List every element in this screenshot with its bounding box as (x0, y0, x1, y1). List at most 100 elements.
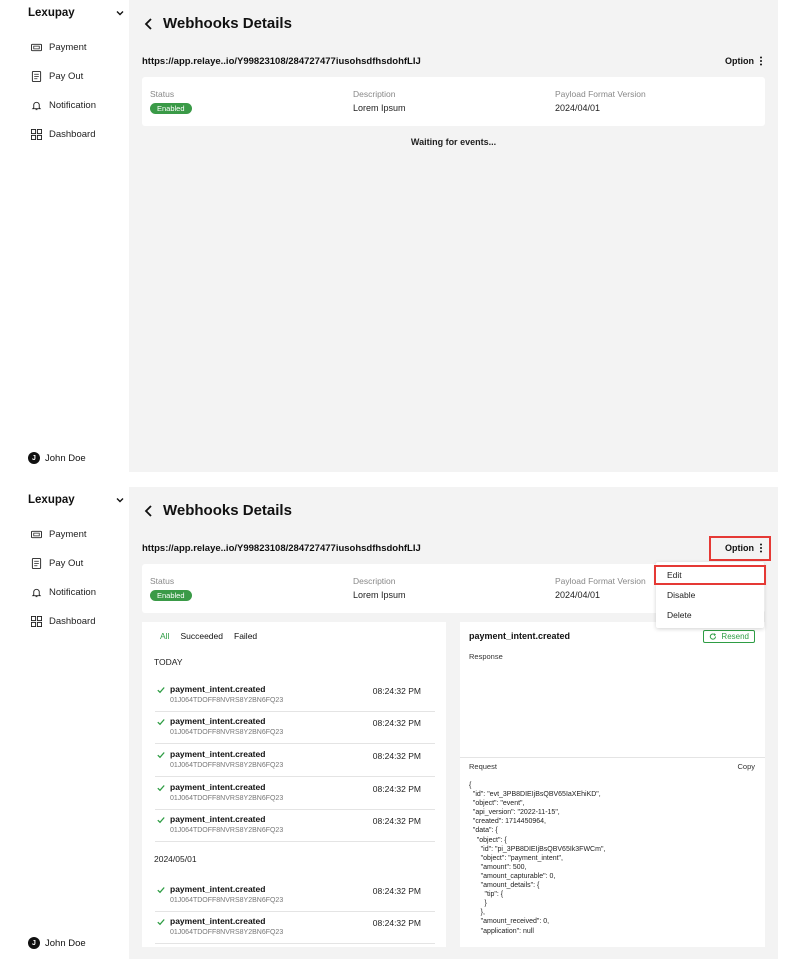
option-highlight (709, 536, 771, 561)
user-profile[interactable]: J John Doe (28, 452, 86, 464)
request-body: { "id": "evt_3PB8DIEIjBsQBV65IaXEhiKD", … (469, 782, 606, 935)
sidebar-item-label: Payment (49, 529, 87, 540)
event-name: payment_intent.created (170, 814, 266, 824)
waiting-message: Waiting for events... (410, 137, 497, 147)
user-name: John Doe (45, 452, 86, 464)
description-label: Description (353, 576, 396, 586)
sidebar-item-label: Notification (49, 587, 96, 598)
payment-icon (31, 43, 42, 52)
event-tabs: All Succeeded Failed (160, 631, 257, 641)
event-time: 08:24:32 PM (372, 686, 421, 696)
refresh-icon (710, 632, 717, 640)
divider (460, 757, 765, 758)
check-icon (157, 752, 165, 759)
event-name: payment_intent.created (170, 716, 266, 726)
event-name: payment_intent.created (170, 684, 266, 694)
page-header: Webhooks Details (142, 502, 292, 519)
payload-field: Payload Format Version 2024/04/01 (555, 89, 646, 113)
resend-button[interactable]: Resend (703, 630, 755, 643)
event-row[interactable]: payment_intent.created 01J064TDOFF8NVRS8… (155, 810, 435, 842)
webhook-url: https://app.relaye..io/Y99823108/2847274… (142, 56, 421, 67)
event-time: 08:24:32 PM (372, 751, 421, 761)
tab-failed[interactable]: Failed (234, 631, 257, 641)
sidebar-item-payment[interactable]: Payment (31, 33, 96, 62)
event-row[interactable]: payment_intent.created 01J064TDOFF8NVRS8… (155, 745, 435, 777)
sidebar-item-payout[interactable]: Pay Out (31, 62, 96, 91)
more-vertical-icon (760, 56, 762, 66)
back-arrow-icon[interactable] (142, 17, 156, 31)
event-time: 08:24:32 PM (372, 816, 421, 826)
brand-name: Lexupay (28, 7, 75, 19)
detail-title: payment_intent.created (469, 631, 571, 641)
sidebar-item-label: Payment (49, 42, 87, 53)
tab-succeeded[interactable]: Succeeded (180, 631, 223, 641)
description-field: Description Lorem Ipsum (353, 89, 406, 113)
event-time: 08:24:32 PM (372, 784, 421, 794)
check-icon (157, 919, 165, 926)
description-label: Description (353, 89, 396, 99)
sidebar-item-label: Dashboard (49, 129, 96, 140)
chevron-down-icon[interactable] (115, 495, 125, 505)
payout-icon (31, 71, 42, 82)
sidebar-item-dashboard[interactable]: Dashboard (31, 607, 96, 636)
dashboard-icon (31, 129, 42, 140)
status-badge: Enabled (150, 590, 192, 601)
sidebar: Lexupay Payment Pay Out Notification Das… (0, 487, 129, 959)
event-name: payment_intent.created (170, 884, 266, 894)
menu-item-edit[interactable]: Edit (654, 565, 766, 585)
main-content: Webhooks Details https://app.relaye..io/… (129, 0, 778, 472)
status-field: Status Enabled (150, 576, 192, 601)
event-row[interactable]: payment_intent.created 01J064TDOFF8NVRS8… (155, 680, 435, 712)
response-label: Response (469, 652, 503, 661)
back-arrow-icon[interactable] (142, 504, 156, 518)
event-id: 01J064TDOFF8NVRS8Y2BN6FQ23 (170, 795, 284, 802)
sidebar-item-notification[interactable]: Notification (31, 578, 96, 607)
event-name: payment_intent.created (170, 782, 266, 792)
tab-all[interactable]: All (160, 631, 169, 641)
sidebar-item-notification[interactable]: Notification (31, 91, 96, 120)
event-name: payment_intent.created (170, 916, 266, 926)
event-id: 01J064TDOFF8NVRS8Y2BN6FQ23 (170, 897, 284, 904)
menu-item-delete[interactable]: Delete (656, 605, 764, 625)
event-row[interactable]: payment_intent.created 01J064TDOFF8NVRS8… (155, 778, 435, 810)
sidebar-item-dashboard[interactable]: Dashboard (31, 120, 96, 149)
event-id: 01J064TDOFF8NVRS8Y2BN6FQ23 (170, 697, 284, 704)
dashboard-icon (31, 616, 42, 627)
description-field: Description Lorem Ipsum (353, 576, 406, 600)
option-button[interactable]: Option (725, 55, 765, 67)
sidebar-item-label: Dashboard (49, 616, 96, 627)
menu-item-disable[interactable]: Disable (656, 585, 764, 605)
event-row[interactable]: payment_intent.created 01J064TDOFF8NVRS8… (155, 880, 435, 912)
event-time: 08:24:32 PM (372, 886, 421, 896)
screen-bottom: Lexupay Payment Pay Out Notification Das… (0, 487, 802, 959)
event-row[interactable]: payment_intent.created 01J064TDOFF8NVRS8… (155, 912, 435, 944)
avatar: J (28, 452, 40, 464)
page-title: Webhooks Details (163, 15, 292, 32)
event-name: payment_intent.created (170, 749, 266, 759)
option-menu: Edit Disable Delete (654, 562, 766, 628)
status-label: Status (150, 576, 175, 586)
payload-value: 2024/04/01 (555, 103, 601, 113)
group-label-date: 2024/05/01 (154, 854, 197, 864)
sidebar: Lexupay Payment Pay Out Notification Das… (0, 0, 129, 474)
sidebar-item-payout[interactable]: Pay Out (31, 549, 96, 578)
user-profile[interactable]: J John Doe (28, 937, 86, 949)
copy-button[interactable]: Copy (737, 762, 755, 771)
event-row[interactable]: payment_intent.created 01J064TDOFF8NVRS8… (155, 712, 435, 744)
description-value: Lorem Ipsum (353, 590, 406, 600)
chevron-down-icon[interactable] (115, 8, 125, 18)
sidebar-item-payment[interactable]: Payment (31, 520, 96, 549)
webhook-url: https://app.relaye..io/Y99823108/2847274… (142, 543, 421, 554)
sidebar-nav: Payment Pay Out Notification Dashboard (31, 33, 96, 149)
sidebar-nav: Payment Pay Out Notification Dashboard (31, 520, 96, 636)
event-id: 01J064TDOFF8NVRS8Y2BN6FQ23 (170, 929, 284, 936)
page-title: Webhooks Details (163, 502, 292, 519)
event-detail: payment_intent.created Resend Response R… (460, 622, 765, 947)
check-icon (157, 785, 165, 792)
events-list: All Succeeded Failed TODAY payment_inten… (142, 622, 446, 947)
bell-icon (31, 101, 42, 111)
bell-icon (31, 588, 42, 598)
check-icon (157, 887, 165, 894)
payload-value: 2024/04/01 (555, 590, 601, 600)
payment-icon (31, 530, 42, 539)
